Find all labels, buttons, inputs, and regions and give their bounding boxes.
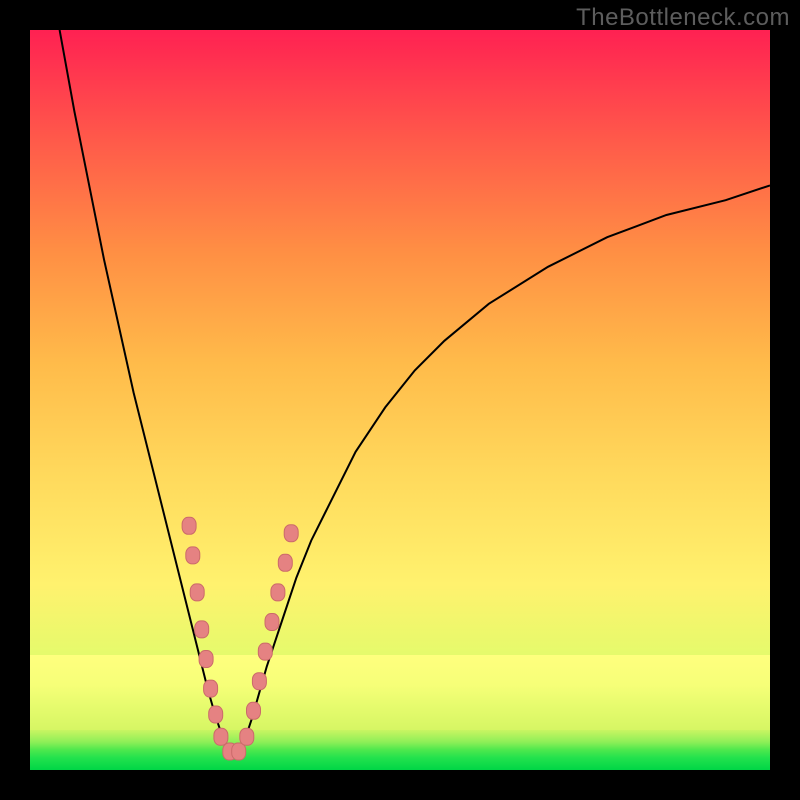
data-point — [204, 680, 218, 697]
bottleneck-curve — [60, 30, 770, 755]
data-point — [284, 525, 298, 542]
data-point — [199, 651, 213, 668]
data-point — [271, 584, 285, 601]
data-point — [186, 547, 200, 564]
data-point — [247, 702, 261, 719]
data-point — [265, 614, 279, 631]
data-point — [232, 743, 246, 760]
data-point — [195, 621, 209, 638]
watermark-text: TheBottleneck.com — [576, 4, 790, 32]
data-point — [240, 728, 254, 745]
outer-frame: TheBottleneck.com — [0, 0, 800, 800]
chart-svg — [30, 30, 770, 770]
data-point — [214, 728, 228, 745]
data-point — [190, 584, 204, 601]
data-point — [252, 673, 266, 690]
data-point — [209, 706, 223, 723]
marker-layer — [182, 517, 298, 760]
data-point — [278, 554, 292, 571]
data-point — [182, 517, 196, 534]
curve-layer — [60, 30, 770, 755]
plot-area — [30, 30, 770, 770]
data-point — [258, 643, 272, 660]
